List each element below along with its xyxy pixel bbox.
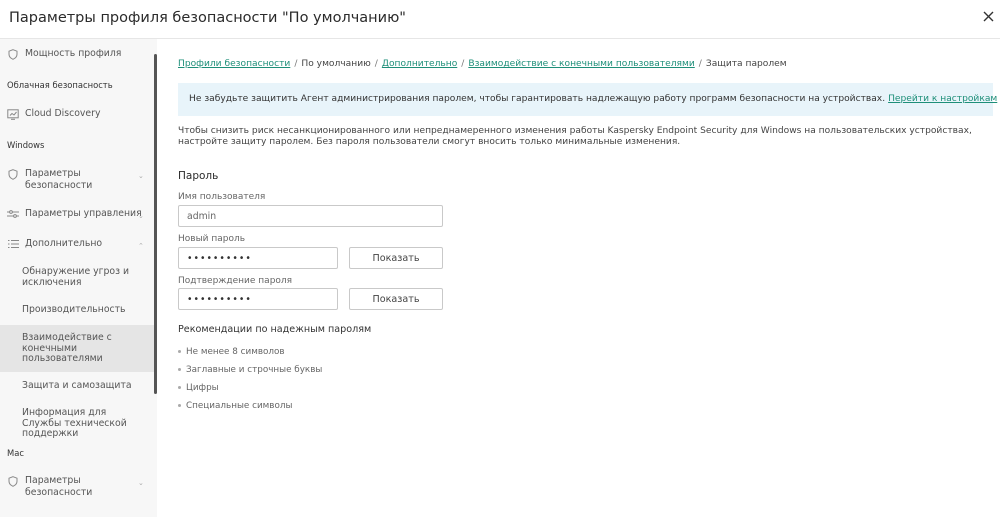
recommendation-item: Специальные символы — [178, 401, 292, 411]
shield-outline-icon — [7, 168, 19, 180]
sidebar-item-management-params[interactable]: Параметры управления ⌄ — [0, 208, 152, 220]
username-label: Имя пользователя — [178, 192, 266, 202]
chevron-down-icon: ⌄ — [138, 212, 144, 220]
password-section-title: Пароль — [178, 170, 219, 182]
shield-outline-icon — [7, 48, 19, 60]
confirm-password-input[interactable]: •••••••••• — [178, 288, 338, 310]
breadcrumb-user-interaction[interactable]: Взаимодействие с конечными пользователям… — [468, 59, 694, 69]
breadcrumb-password-protection: Защита паролем — [705, 59, 787, 69]
sliders-icon — [7, 208, 19, 220]
show-new-password-button[interactable]: Показать — [349, 247, 443, 269]
recommendation-item: Цифры — [178, 383, 219, 393]
show-confirm-password-button[interactable]: Показать — [349, 288, 443, 310]
username-input[interactable]: admin — [178, 205, 443, 227]
sidebar-item-mac-security-params[interactable]: Параметры безопасности — [0, 475, 100, 498]
dialog-header: Параметры профиля безопасности "По умолч… — [0, 0, 1000, 39]
sidebar-item-cloud-discovery[interactable]: Cloud Discovery — [0, 108, 152, 120]
sidebar: Мощность профиля Облачная безопасность C… — [0, 39, 157, 517]
sidebar-subitem-performance[interactable]: Производительность — [22, 304, 152, 316]
recommendation-item: Заглавные и строчные буквы — [178, 365, 322, 375]
breadcrumb-additional[interactable]: Дополнительно — [382, 59, 457, 69]
new-password-input[interactable]: •••••••••• — [178, 247, 338, 269]
chevron-up-icon: ⌃ — [138, 242, 144, 250]
sidebar-item-profile-power[interactable]: Мощность профиля — [0, 48, 152, 60]
breadcrumb-default: По умолчанию — [301, 59, 371, 69]
shield-outline-icon — [7, 475, 19, 487]
sidebar-item-label: Мощность профиля — [25, 48, 122, 59]
sidebar-item-additional[interactable]: Дополнительно ⌃ — [0, 238, 152, 250]
sidebar-subitem-user-interaction[interactable]: Взаимодействие с конечными пользователям… — [22, 332, 122, 365]
sidebar-item-label: Параметры безопасности — [25, 475, 93, 498]
sidebar-section-cloud: Облачная безопасность — [7, 80, 113, 90]
sidebar-item-label: Параметры безопасности — [25, 168, 93, 191]
main-content: Профили безопасности / По умолчанию / Дополн… — [157, 39, 1000, 517]
sidebar-subitem-threat-detection[interactable]: Обнаружение угроз и исключения — [22, 266, 152, 288]
sidebar-subitem-self-defense[interactable]: Защита и самозащита — [22, 380, 152, 392]
new-password-label: Новый пароль — [178, 234, 246, 244]
notice-text: Не забудьте защитить Агент администриров… — [189, 94, 886, 104]
sidebar-subitem-support-info[interactable]: Информация для Службы технической поддер… — [22, 407, 147, 440]
confirm-password-label: Подтверждение пароля — [178, 276, 293, 286]
notice-settings-link[interactable]: Перейти к настройкам — [888, 94, 997, 104]
notice-banner: Не забудьте защитить Агент администриров… — [178, 83, 997, 116]
page-description: Чтобы снизить риск несанкционированного … — [178, 126, 972, 147]
recommendations-title: Рекомендации по надежным паролям — [178, 324, 372, 335]
recommendation-item: Не менее 8 символов — [178, 347, 285, 357]
sidebar-item-label: Параметры управления — [25, 208, 142, 219]
sidebar-section-windows: Windows — [7, 140, 45, 150]
list-icon — [7, 238, 19, 250]
breadcrumb-security-profiles[interactable]: Профили безопасности — [178, 59, 290, 69]
sidebar-item-label: Cloud Discovery — [25, 108, 101, 119]
dialog-title: Параметры профиля безопасности "По умолч… — [9, 10, 406, 26]
cloud-discovery-icon — [7, 108, 19, 120]
sidebar-item-security-params[interactable]: Параметры безопасности — [0, 168, 100, 191]
breadcrumb: Профили безопасности / По умолчанию / Дополн… — [178, 59, 787, 69]
sidebar-item-label: Дополнительно — [25, 238, 103, 249]
sidebar-section-mac: Mac — [7, 448, 24, 458]
close-icon[interactable] — [980, 8, 996, 24]
